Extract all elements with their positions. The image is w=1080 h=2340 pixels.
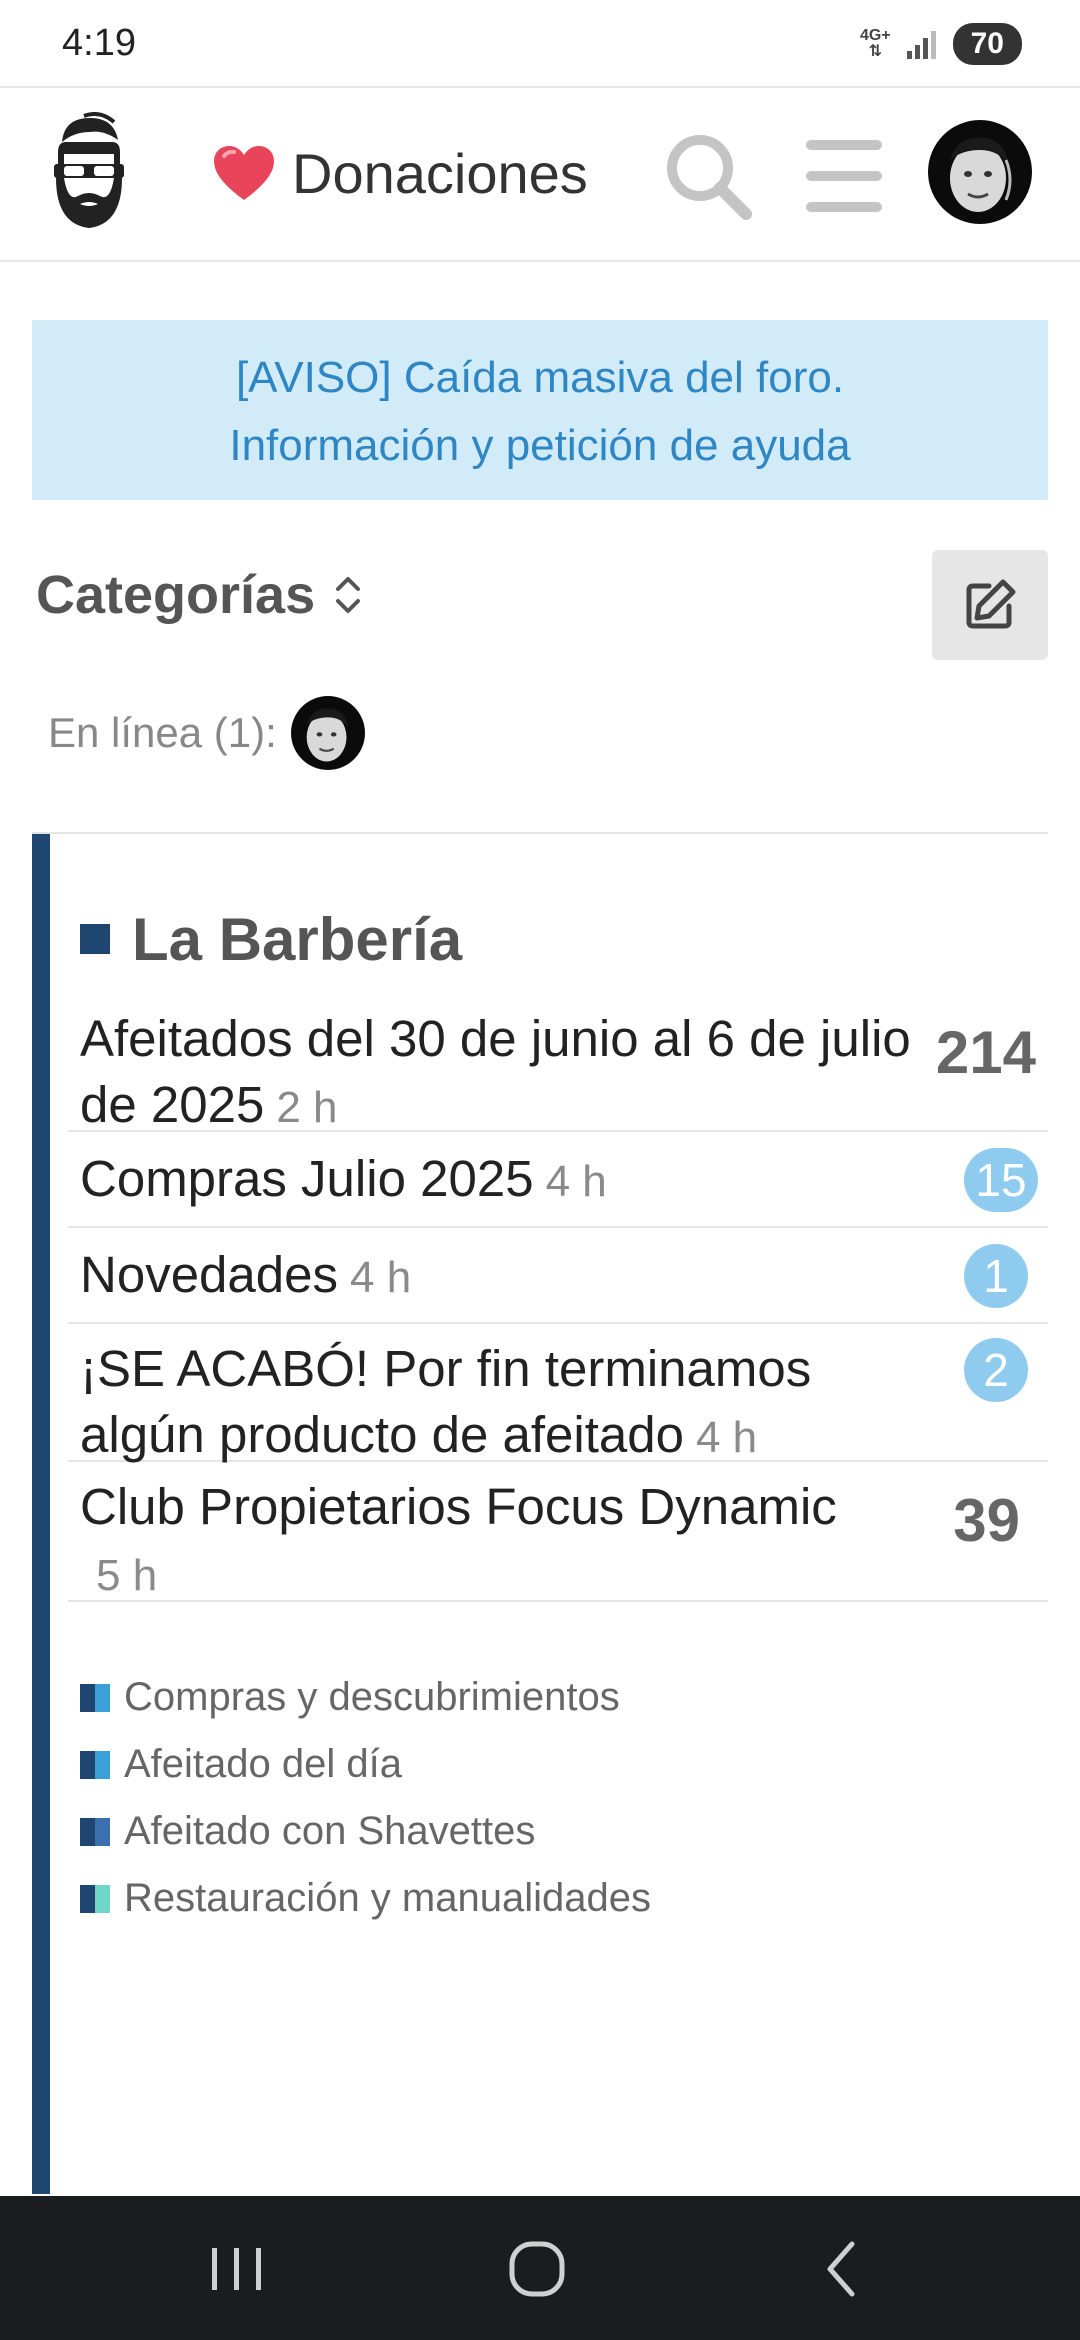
hamburger-menu-icon[interactable]	[796, 128, 892, 224]
subcategory-color-icon	[80, 1750, 110, 1779]
data-arrows-icon: ⇅	[868, 43, 882, 60]
online-user-avatar[interactable]	[290, 696, 365, 770]
avatar-image	[928, 120, 1032, 224]
home-icon[interactable]	[504, 2234, 574, 2304]
back-icon[interactable]	[808, 2234, 878, 2304]
category-title-link[interactable]: La Barbería	[80, 902, 462, 976]
topic-title[interactable]: ¡SE ACABÓ! Por fin terminamos algún prod…	[80, 1336, 940, 1471]
user-avatar[interactable]	[928, 120, 1032, 224]
topic-age: 2 h	[276, 1083, 338, 1132]
heart-icon	[214, 146, 274, 200]
new-posts-badge[interactable]: 15	[964, 1148, 1038, 1212]
topic-age: 5 h	[96, 1551, 158, 1600]
online-label: En línea (1):	[48, 709, 277, 756]
battery-indicator: 70	[952, 23, 1022, 65]
topic-title[interactable]: Compras Julio 2025 4 h	[80, 1146, 940, 1215]
topic-age: 4 h	[545, 1157, 607, 1206]
topic-row[interactable]: Afeitados del 30 de junio al 6 de julio …	[68, 1000, 1048, 1133]
category-name: La Barbería	[132, 905, 463, 973]
topic-age: 4 h	[695, 1413, 758, 1462]
chevron-up-down-icon	[336, 577, 361, 613]
subcategory-link[interactable]: Afeitado del día	[80, 1731, 1020, 1798]
search-icon[interactable]	[660, 128, 756, 224]
announcement-banner[interactable]: [AVISO] Caída masiva del foro. Informaci…	[32, 320, 1048, 500]
subcategory-list: Compras y descubrimientos Afeitado del d…	[80, 1664, 1020, 1932]
site-header: Donaciones	[0, 88, 1080, 262]
donate-label: Donaciones	[292, 141, 588, 205]
signal-icon	[906, 31, 936, 59]
topic-row[interactable]: Novedades 4 h 1	[68, 1228, 1048, 1324]
topic-title[interactable]: Novedades 4 h	[80, 1242, 940, 1311]
online-users: En línea (1):	[48, 696, 365, 770]
new-posts-badge[interactable]: 2	[964, 1338, 1028, 1402]
network-indicator: 4G+ ⇅	[859, 27, 891, 60]
status-bar: 4:19 4G+ ⇅ 70	[0, 0, 1080, 88]
subcategory-link[interactable]: Afeitado con Shavettes	[80, 1798, 1020, 1865]
topic-reply-count: 39	[953, 1487, 1020, 1554]
category-block: La Barbería Afeitados del 30 de junio al…	[32, 834, 1048, 2194]
subcategory-color-icon	[80, 1884, 110, 1913]
topic-title[interactable]: Club Propietarios Focus Dynamic 5 h	[80, 1474, 980, 1609]
topic-row[interactable]: Club Propietarios Focus Dynamic 5 h 39	[68, 1462, 1048, 1602]
subcategory-link[interactable]: Compras y descubrimientos	[80, 1664, 1020, 1731]
subcategory-color-icon	[80, 1683, 110, 1712]
system-nav-bar	[0, 2196, 1080, 2340]
status-icons: 4G+ ⇅ 70	[859, 23, 1022, 65]
topic-title[interactable]: Afeitados del 30 de junio al 6 de julio …	[80, 1006, 940, 1141]
banner-line-2: Información y petición de ayuda	[229, 421, 851, 470]
status-time: 4:19	[62, 22, 136, 64]
subcategory-color-icon	[80, 1817, 110, 1846]
category-color-square	[80, 924, 110, 954]
new-posts-badge[interactable]: 1	[964, 1244, 1028, 1308]
bearded-logo-icon[interactable]	[44, 112, 134, 232]
topic-row[interactable]: ¡SE ACABÓ! Por fin terminamos algún prod…	[68, 1324, 1048, 1463]
categories-dropdown[interactable]: Categorías	[36, 560, 363, 630]
categories-heading: Categorías	[36, 565, 316, 625]
recent-apps-icon[interactable]	[202, 2234, 272, 2304]
banner-line-1: [AVISO] Caída masiva del foro.	[235, 353, 845, 402]
subcategory-link[interactable]: Restauración y manualidades	[80, 1865, 1020, 1932]
new-topic-button[interactable]	[932, 550, 1048, 660]
topic-reply-count: 214	[935, 1019, 1036, 1086]
donate-link[interactable]: Donaciones	[212, 136, 588, 210]
edit-icon	[966, 579, 1016, 629]
topic-age: 4 h	[350, 1253, 412, 1302]
topic-row[interactable]: Compras Julio 2025 4 h 15	[68, 1132, 1048, 1228]
avatar-image	[290, 696, 365, 770]
